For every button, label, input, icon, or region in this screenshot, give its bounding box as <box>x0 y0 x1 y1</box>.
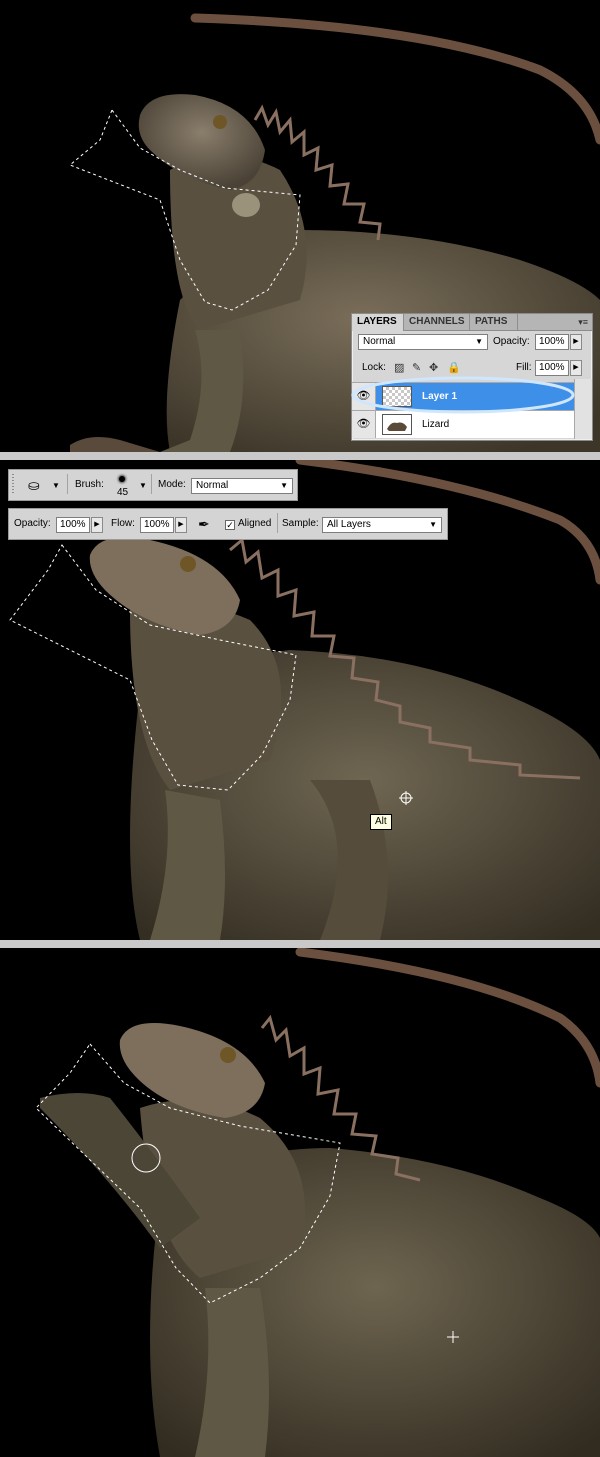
aligned-label: Aligned <box>238 518 272 529</box>
cheek-scale <box>232 193 260 217</box>
mode-label: Mode: <box>158 479 186 490</box>
clone-options-bar-row-2: Opacity: 100% ▶ Flow: 100% ▶ ✒ ✓ Aligned… <box>8 508 448 540</box>
flow-label: Flow: <box>111 518 135 529</box>
fill-label: Fill: <box>516 362 532 373</box>
flow-arrow-button[interactable]: ▶ <box>175 517 187 533</box>
chevron-down-icon: ▼ <box>475 337 483 346</box>
mode-select[interactable]: Normal ▼ <box>191 478 293 494</box>
divider <box>0 940 600 948</box>
divider <box>0 452 600 460</box>
foot <box>70 436 160 452</box>
tab-channels[interactable]: CHANNELS <box>404 314 470 330</box>
screenshot-panel-3 <box>0 948 600 1457</box>
layer-thumbnail <box>382 414 412 435</box>
lock-label: Lock: <box>362 362 386 373</box>
flow-input[interactable]: 100% <box>140 517 174 533</box>
layer-name: Lizard <box>422 419 450 430</box>
highlight-ellipse <box>351 376 575 414</box>
chevron-down-icon: ▼ <box>429 520 437 529</box>
tail <box>295 948 600 1088</box>
opacity-label: Opacity: <box>14 518 51 529</box>
airbrush-icon[interactable]: ✒ <box>198 516 210 532</box>
eye <box>220 1047 236 1063</box>
sample-value: All Layers <box>327 519 371 530</box>
opacity-arrow-button[interactable]: ▶ <box>91 517 103 533</box>
blend-mode-value: Normal <box>363 336 396 347</box>
brush-preview[interactable]: 45 <box>109 473 135 499</box>
brush-chevron-down-icon[interactable]: ▼ <box>139 478 147 494</box>
aligned-checkbox[interactable]: ✓ <box>225 520 235 530</box>
sample-select[interactable]: All Layers ▼ <box>322 517 442 533</box>
separator <box>67 474 68 494</box>
layers-scrollbar[interactable] <box>574 379 592 439</box>
clone-options-bar-row-1: ⛀ ▼ Brush: 45 ▼ Mode: Normal ▼ <box>8 469 298 501</box>
lock-position-icon[interactable]: ✥ <box>429 360 438 376</box>
lizard-thumbnail-icon <box>387 422 407 431</box>
opacity-label: Opacity: <box>493 336 530 347</box>
head <box>138 94 265 190</box>
screenshot-panel-1: LAYERS CHANNELS PATHS ▾≡ Normal ▼ Opacit… <box>0 0 600 452</box>
opacity-input[interactable]: 100% <box>535 334 569 350</box>
head <box>119 1023 265 1118</box>
separator <box>277 513 278 533</box>
layers-panel-tabs: LAYERS CHANNELS PATHS ▾≡ <box>352 314 592 331</box>
grip-handle[interactable] <box>12 474 14 494</box>
brush-size: 45 <box>117 487 129 498</box>
eye <box>213 115 227 129</box>
tail <box>190 13 600 145</box>
fill-input[interactable]: 100% <box>535 360 569 376</box>
lock-transparent-pixels-icon[interactable]: ▨ <box>394 360 404 376</box>
brush-label: Brush: <box>75 479 104 490</box>
tool-preset-chevron-down-icon[interactable]: ▼ <box>52 478 60 494</box>
blend-mode-select[interactable]: Normal ▼ <box>358 334 488 350</box>
lock-image-pixels-icon[interactable]: ✎ <box>412 360 421 376</box>
tab-paths[interactable]: PATHS <box>470 314 518 330</box>
brush-dot-icon <box>119 476 125 482</box>
chevron-down-icon: ▼ <box>280 481 288 490</box>
mode-value: Normal <box>196 480 229 491</box>
opacity-input[interactable]: 100% <box>56 517 90 533</box>
lock-all-icon[interactable]: 🔒 <box>447 360 461 376</box>
fill-arrow-button[interactable]: ▶ <box>570 360 582 376</box>
eye-icon[interactable]: 👁 <box>352 411 376 438</box>
clone-stamp-icon[interactable]: ⛀ <box>28 477 40 493</box>
opacity-arrow-button[interactable]: ▶ <box>570 334 582 350</box>
eye <box>180 556 196 572</box>
panel-menu-icon[interactable]: ▾≡ <box>578 317 588 328</box>
iguana-photo <box>35 948 600 1457</box>
alt-tooltip: Alt <box>370 814 392 830</box>
tab-layers[interactable]: LAYERS <box>352 314 404 331</box>
head <box>89 537 240 635</box>
separator <box>151 474 152 494</box>
screenshot-panel-2: ⛀ ▼ Brush: 45 ▼ Mode: Normal ▼ Opacity: … <box>0 460 600 940</box>
sample-label: Sample: <box>282 518 319 529</box>
